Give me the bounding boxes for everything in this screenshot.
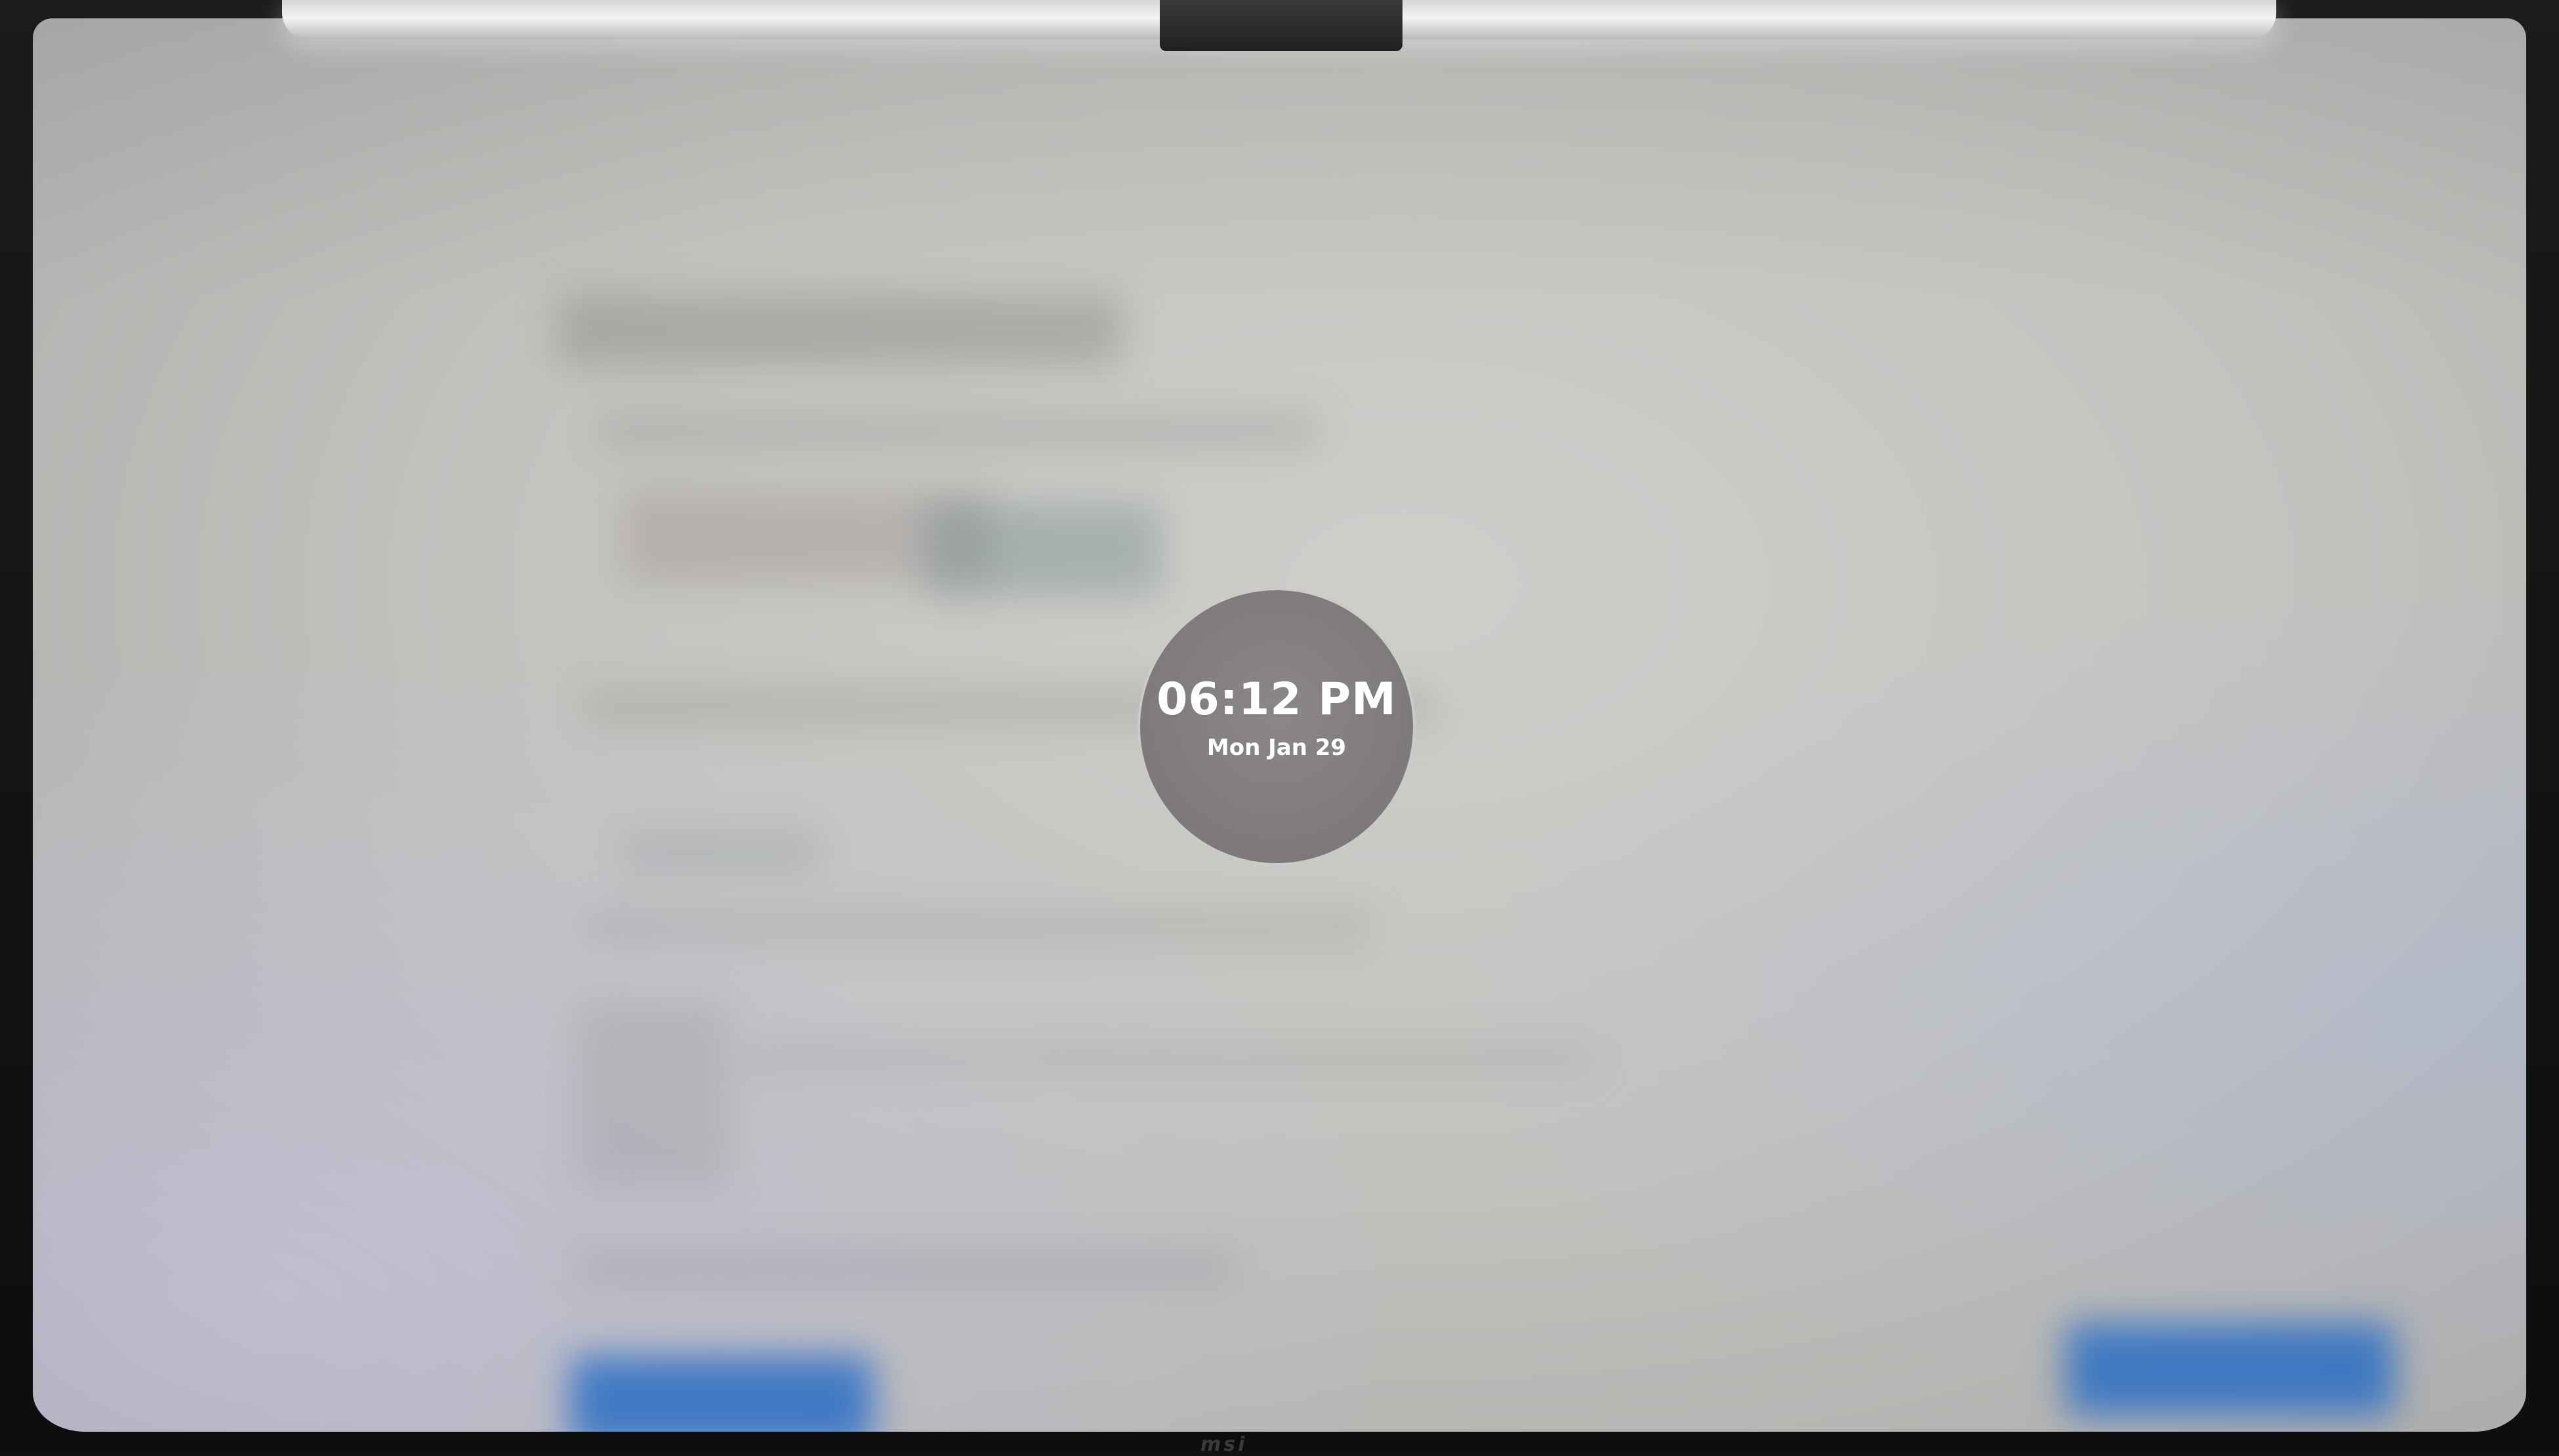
blurred-content-line bbox=[577, 1251, 1233, 1284]
blurred-side-column bbox=[577, 1002, 728, 1186]
blurred-content-line bbox=[584, 910, 1371, 943]
lock-screen-clock: 06:12 PM Mon Jan 29 bbox=[1137, 588, 1416, 866]
light-bar-clip bbox=[1160, 0, 1402, 51]
monitor-brand-logo: msi bbox=[1200, 1433, 1248, 1456]
blurred-text-line bbox=[597, 412, 1319, 451]
blurred-button-right bbox=[2066, 1324, 2394, 1415]
clock-time: 06:12 PM bbox=[1157, 673, 1397, 725]
clock-date: Mon Jan 29 bbox=[1206, 734, 1347, 761]
blurred-header-bar bbox=[558, 294, 1122, 366]
blurred-accent-block bbox=[925, 504, 1161, 596]
blurred-content-line bbox=[741, 1041, 1594, 1074]
blurred-content-line bbox=[623, 832, 820, 871]
blurred-button-left bbox=[571, 1356, 872, 1432]
